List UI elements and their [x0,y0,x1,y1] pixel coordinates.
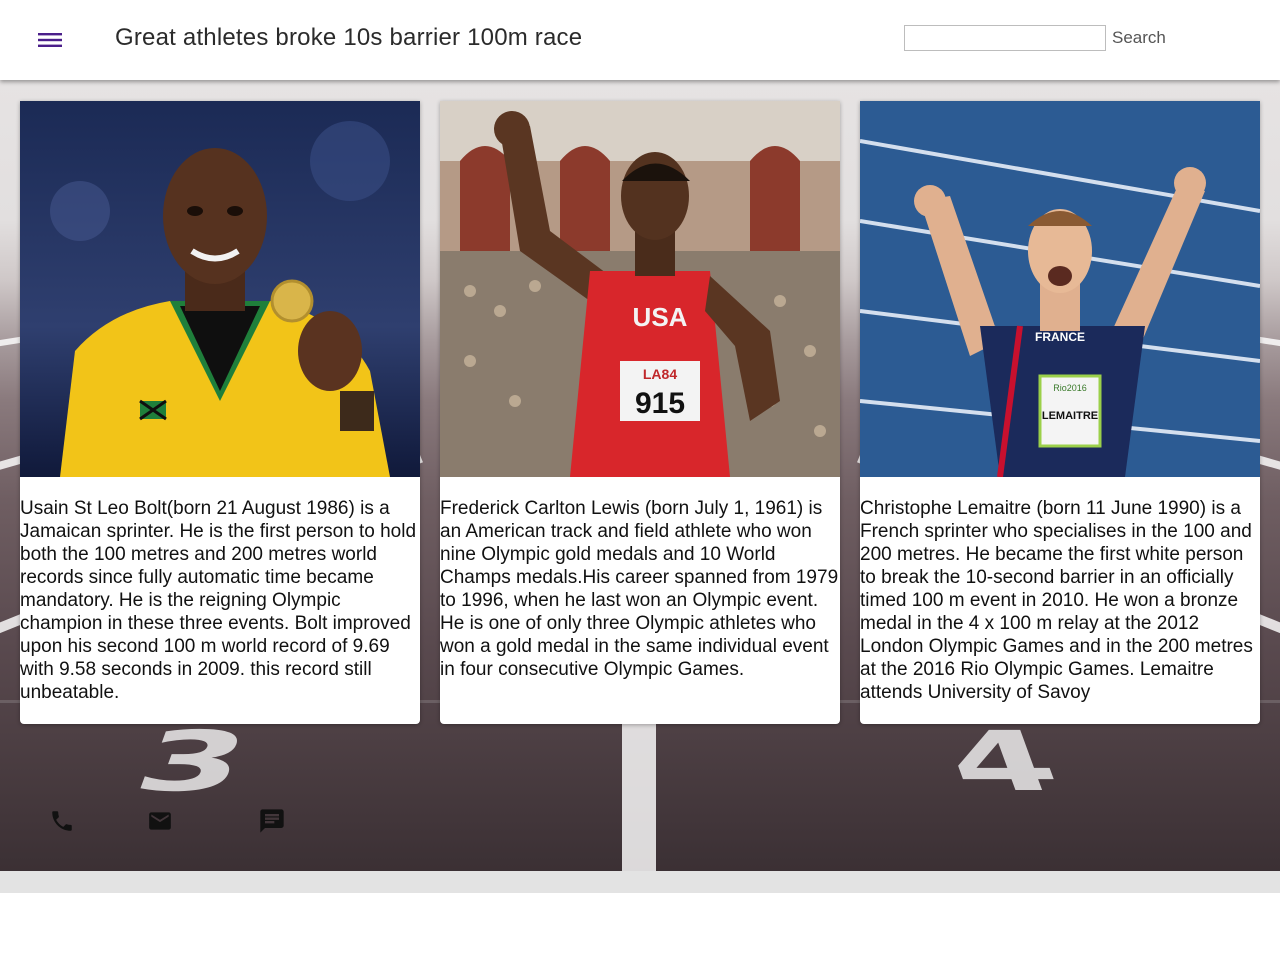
top-app-bar: Great athletes broke 10s barrier 100m ra… [0,0,1280,80]
athlete-description: Frederick Carlton Lewis (born July 1, 19… [440,498,839,680]
usain-bolt-photo [20,101,420,477]
bib-number: 915 [635,387,685,420]
mail-icon[interactable] [146,808,174,839]
chat-icon[interactable] [258,807,286,840]
page-title: Great athletes broke 10s barrier 100m ra… [115,24,583,51]
search-input[interactable] [904,25,1106,51]
athlete-description: Usain St Leo Bolt(born 21 August 1986) i… [20,498,417,703]
bib-small-text: Rio2016 [1053,383,1087,393]
singlet-text: USA [633,302,688,332]
search-button[interactable]: Search [1112,28,1166,48]
athlete-card: USA LA84 915 Frederick Carlton Lewis (bo… [440,101,840,724]
carl-lewis-photo: USA LA84 915 [440,101,840,477]
athlete-description: Christophe Lemaitre (born 11 June 1990) … [860,498,1253,703]
lane-number: 3 [122,714,262,810]
hamburger-menu-icon[interactable] [34,26,66,54]
athlete-card: FRANCE Rio2016 LEMAITRE Christophe Lemai… [860,101,1260,724]
athlete-card: Usain St Leo Bolt(born 21 August 1986) i… [20,101,420,724]
christophe-lemaitre-photo: FRANCE Rio2016 LEMAITRE [860,101,1260,477]
bib-name: LEMAITRE [1042,410,1098,422]
lane-number: 4 [932,714,1072,810]
footer-divider-strip [0,871,1280,893]
jersey-text: FRANCE [1035,330,1085,344]
bib-small-text: LA84 [643,366,677,382]
phone-icon[interactable] [49,808,75,839]
